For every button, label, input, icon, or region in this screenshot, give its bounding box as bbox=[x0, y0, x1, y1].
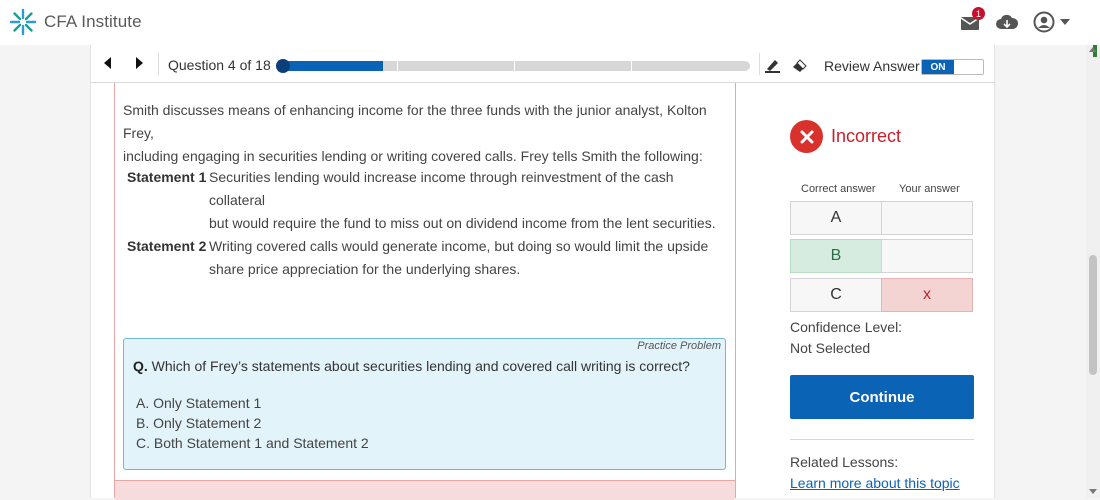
divider bbox=[759, 53, 760, 75]
scroll-up-icon[interactable] bbox=[1089, 47, 1097, 52]
brand-logo[interactable]: CFA Institute bbox=[8, 7, 142, 37]
notification-badge: 1 bbox=[972, 7, 985, 20]
statement-line: but would require the fund to miss out o… bbox=[209, 215, 716, 231]
statement-line: Securities lending would increase income… bbox=[209, 169, 674, 208]
progress-segment-tick bbox=[514, 61, 515, 71]
progress-fill bbox=[280, 61, 384, 71]
logo-icon bbox=[8, 7, 38, 37]
incorrect-icon bbox=[790, 120, 823, 153]
answer-option-b[interactable]: B. Only Statement 2 bbox=[136, 415, 261, 431]
top-bar: CFA Institute 1 bbox=[0, 0, 1100, 45]
learn-more-link[interactable]: Learn more about this topic bbox=[790, 475, 960, 491]
statement-text: Securities lending would increase income… bbox=[209, 166, 719, 235]
your-answer-header: Your answer bbox=[899, 183, 960, 195]
correct-answer-header: Correct answer bbox=[801, 183, 876, 195]
your-answer-cell-b bbox=[881, 239, 973, 273]
previous-question-button[interactable] bbox=[104, 57, 111, 69]
practice-problem-box: Practice Problem Q. Which of Frey’s stat… bbox=[123, 338, 726, 470]
result-status: Incorrect bbox=[790, 120, 901, 153]
cloud-download-icon[interactable] bbox=[995, 10, 1019, 34]
next-question-button[interactable] bbox=[136, 57, 143, 69]
question-prefix: Q. bbox=[133, 358, 148, 374]
progress-segment-tick bbox=[397, 61, 398, 71]
question-counter: Question 4 of 18 bbox=[168, 57, 271, 73]
vignette-line: Smith discusses means of enhancing incom… bbox=[123, 102, 707, 141]
page-scrollbar[interactable] bbox=[1086, 45, 1100, 498]
question-body: Which of Frey’s statements about securit… bbox=[151, 358, 690, 374]
continue-button[interactable]: Continue bbox=[790, 375, 974, 419]
eraser-icon[interactable] bbox=[791, 57, 809, 73]
statement-line: share price appreciation for the underly… bbox=[209, 261, 521, 277]
progress-handle[interactable] bbox=[276, 59, 290, 73]
correct-answer-cell-a: A bbox=[790, 201, 882, 235]
your-answer-cell-a bbox=[881, 201, 973, 235]
correct-answer-cell-c: C bbox=[790, 278, 882, 312]
statement-label: Statement 2 bbox=[127, 238, 207, 254]
related-lessons-label: Related Lessons: bbox=[790, 454, 899, 470]
solution-section[interactable] bbox=[115, 480, 735, 500]
progress-bar bbox=[276, 59, 750, 73]
question-text: Q. Which of Frey’s statements about secu… bbox=[133, 358, 690, 374]
brand-name: CFA Institute bbox=[44, 12, 142, 31]
confidence-label: Confidence Level: bbox=[790, 319, 903, 335]
question-panel: Question 4 of 18 Review Answer ON Smith … bbox=[90, 45, 996, 500]
question-content: Smith discusses means of enhancing incom… bbox=[114, 83, 736, 500]
statement-text: Writing covered calls would generate inc… bbox=[209, 235, 719, 281]
result-sidebar: Incorrect Correct answer Your answer A B… bbox=[781, 83, 996, 498]
statement-label: Statement 1 bbox=[127, 169, 207, 185]
practice-problem-tag: Practice Problem bbox=[637, 340, 721, 352]
scroll-thumb[interactable] bbox=[1089, 255, 1097, 375]
toggle-on-label: ON bbox=[922, 60, 954, 74]
your-answer-cell-c: x bbox=[881, 278, 973, 312]
highlighter-icon[interactable] bbox=[764, 57, 782, 73]
answer-option-c[interactable]: C. Both Statement 1 and Statement 2 bbox=[136, 435, 369, 451]
answer-option-a[interactable]: A. Only Statement 1 bbox=[136, 395, 261, 411]
correct-answer-cell-b: B bbox=[790, 239, 882, 273]
vignette-line: including engaging in securities lending… bbox=[123, 148, 703, 164]
statement-line: Writing covered calls would generate inc… bbox=[209, 238, 709, 254]
divider bbox=[158, 53, 159, 75]
vignette-text: Smith discusses means of enhancing incom… bbox=[123, 99, 723, 168]
result-label: Incorrect bbox=[831, 126, 902, 146]
question-nav: Question 4 of 18 Review Answer ON bbox=[91, 45, 996, 83]
scroll-down-icon[interactable] bbox=[1089, 489, 1097, 494]
progress-segment-tick bbox=[631, 61, 632, 71]
review-answer-label: Review Answer bbox=[824, 58, 920, 74]
confidence-value: Not Selected bbox=[790, 340, 871, 356]
account-icon[interactable] bbox=[1032, 10, 1056, 34]
header-actions: 1 bbox=[945, 7, 1070, 34]
review-answer-toggle[interactable]: ON bbox=[921, 59, 984, 75]
chevron-down-icon[interactable] bbox=[1060, 19, 1070, 25]
inbox-icon[interactable]: 1 bbox=[958, 7, 985, 34]
divider bbox=[790, 439, 974, 440]
